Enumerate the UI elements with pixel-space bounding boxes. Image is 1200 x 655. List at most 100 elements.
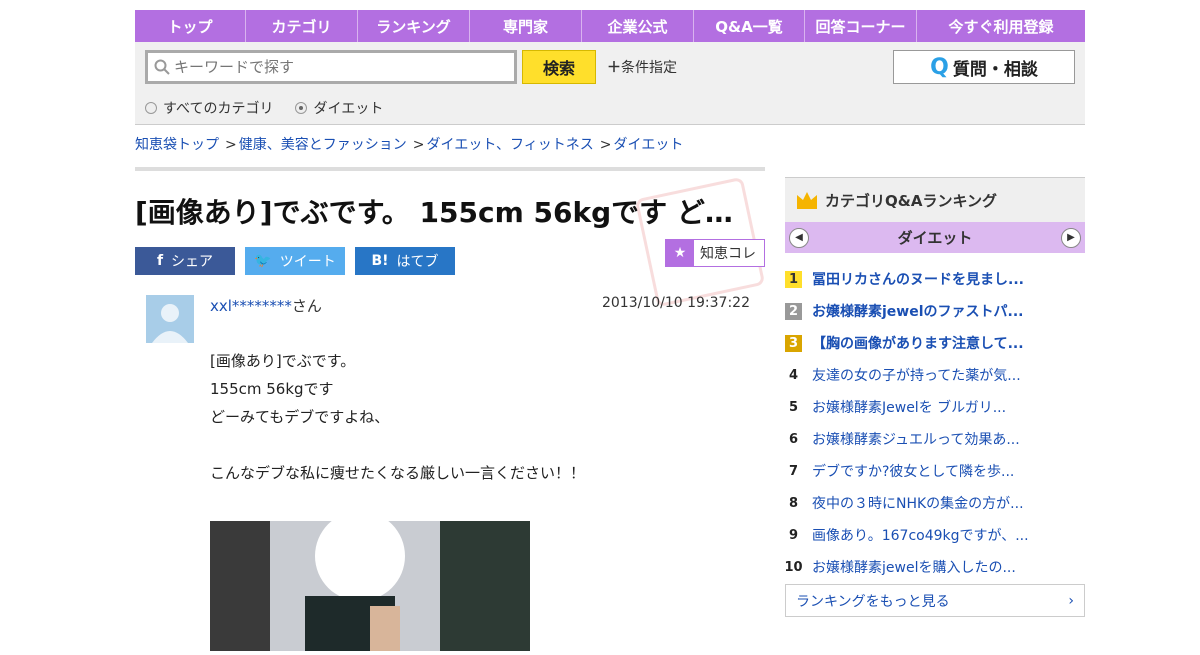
ranking-header: カテゴリQ&Aランキング — [785, 177, 1085, 222]
ranking-link[interactable]: 夜中の３時にNHKの集金の方が... — [812, 493, 1024, 513]
facebook-icon: f — [156, 253, 164, 269]
body-line: 155cm 56kgです — [210, 380, 334, 398]
rank-number: 8 — [788, 495, 799, 511]
list-item: 7 デブですか?彼女として隣を歩... — [785, 455, 1085, 487]
twitter-share-button[interactable]: 🐦 ツイート — [245, 247, 345, 275]
question-photo[interactable] — [210, 521, 530, 651]
rank-number: 4 — [788, 367, 799, 383]
question-main: [画像あり]でぶです。 155cm 56kgです どーみ… f シェア 🐦 ツイート… — [135, 167, 766, 655]
ranking-link[interactable]: 冨田リカさんのヌードを見まし... — [812, 269, 1024, 289]
header: トップ カテゴリ ランキング 専門家 企業公式 Q&A一覧 回答コーナー 今すぐ… — [135, 10, 1085, 125]
ranking-list: 1 冨田リカさんのヌードを見まし... 2 お嬢様酵素jewelのファストパ... … — [784, 263, 1085, 583]
body-line: [画像あり]でぶです。 — [210, 352, 356, 370]
list-item: 2 お嬢様酵素jewelのファストパ... — [785, 295, 1085, 327]
share-label: はてブ — [396, 254, 439, 270]
list-item: 5 お嬢様酵素Jewelを ブルガリ... — [785, 391, 1085, 423]
more-ranking-link[interactable]: ランキングをもっと見る › — [785, 584, 1085, 617]
radio-label: ダイエット — [313, 101, 384, 117]
twitter-icon: 🐦 — [254, 253, 272, 269]
chevron-right-icon: › — [1068, 592, 1074, 609]
breadcrumb-item[interactable]: 知恵袋トップ — [135, 137, 219, 153]
ranking-link[interactable]: お嬢様酵素jewelを購入したの... — [812, 557, 1016, 577]
ranking-category: ダイエット — [897, 229, 973, 247]
search-icon — [154, 59, 170, 75]
breadcrumb-item[interactable]: ダイエット、フィットネス — [426, 137, 593, 153]
chiekore-button[interactable]: ★ 知恵コレ — [665, 239, 765, 267]
nav-ranking[interactable]: ランキング — [358, 10, 470, 42]
list-item: 8 夜中の３時にNHKの集金の方が... — [785, 487, 1085, 519]
ranking-link[interactable]: お嬢様酵素ジュエルって効果あ... — [812, 429, 1020, 449]
condition-label: 条件指定 — [621, 60, 677, 76]
ranking-link[interactable]: 友達の女の子が持ってた薬が気... — [812, 365, 1021, 385]
search-button[interactable]: 検索 — [522, 50, 596, 84]
ask-question-button[interactable]: Q 質問・相談 — [893, 50, 1075, 84]
radio-on-icon — [295, 102, 308, 114]
global-nav: トップ カテゴリ ランキング 専門家 企業公式 Q&A一覧 回答コーナー 今すぐ… — [135, 10, 1085, 42]
nav-qa-list[interactable]: Q&A一覧 — [694, 10, 805, 42]
radio-all-categories[interactable]: すべてのカテゴリ — [145, 98, 273, 118]
divider — [135, 167, 765, 171]
nav-answer-corner[interactable]: 回答コーナー — [805, 10, 917, 42]
hatena-icon: B! — [371, 253, 389, 269]
plus-icon: ＋ — [607, 60, 621, 76]
body-blank-line — [210, 431, 585, 459]
nav-top[interactable]: トップ — [135, 10, 246, 42]
rank-badge: 3 — [785, 334, 802, 352]
rank-badge: 1 — [785, 270, 802, 288]
nav-official[interactable]: 企業公式 — [582, 10, 694, 42]
nav-experts[interactable]: 専門家 — [470, 10, 582, 42]
more-ranking-label: ランキングをもっと見る — [796, 593, 950, 610]
radio-label: すべてのカテゴリ — [163, 101, 274, 117]
ranking-category-bar: ◀ ダイエット ▶ — [785, 222, 1085, 253]
breadcrumb: 知恵袋トップ > 健康、美容とファッション > ダイエット、フィットネス > ダイエット — [135, 137, 684, 153]
user-suffix: さん — [291, 297, 322, 315]
body-line: こんなデブな私に痩せたくなる厳しい一言ください！！ — [210, 464, 586, 482]
ranking-link[interactable]: お嬢様酵素jewelのファストパ... — [812, 301, 1023, 321]
list-item: 1 冨田リカさんのヌードを見まし... — [785, 263, 1085, 295]
search-input[interactable] — [174, 58, 504, 76]
condition-link[interactable]: ＋条件指定 — [607, 57, 677, 77]
ranking-link[interactable]: 【胸の画像があります注意して... — [812, 333, 1024, 353]
radio-diet[interactable]: ダイエット — [295, 98, 383, 118]
breadcrumb-item[interactable]: 健康、美容とファッション — [239, 137, 407, 153]
hatena-share-button[interactable]: B! はてブ — [355, 247, 455, 275]
question-q-icon: Q — [930, 54, 949, 80]
list-item: 3 【胸の画像があります注意して... — [785, 327, 1085, 359]
question-post: xxl********さん 2013/10/10 19:37:22 [画像あり]… — [135, 295, 765, 655]
ranking-sidebar: カテゴリQ&Aランキング ◀ ダイエット ▶ 1 冨田リカさんのヌードを見まし..… — [784, 177, 1085, 617]
star-icon: ★ — [666, 240, 694, 266]
nav-register[interactable]: 今すぐ利用登録 — [917, 10, 1085, 42]
rank-number: 6 — [788, 431, 799, 447]
question-body: [画像あり]でぶです。 155cm 56kgです どーみてもデブですよね、 こん… — [210, 347, 585, 487]
rank-number: 7 — [788, 463, 799, 479]
next-arrow-icon[interactable]: ▶ — [1060, 227, 1081, 248]
ranking-link[interactable]: お嬢様酵素Jewelを ブルガリ... — [812, 397, 1006, 417]
ranking-link[interactable]: 画像あり。167co49kgですが、... — [812, 525, 1029, 545]
share-label: シェア — [171, 254, 214, 270]
ranking-title: カテゴリQ&Aランキング — [825, 191, 997, 210]
facebook-share-button[interactable]: f シェア — [135, 247, 235, 275]
list-item: 9 画像あり。167co49kgですが、... — [785, 519, 1085, 551]
avatar — [146, 295, 194, 343]
ask-question-label: 質問・相談 — [952, 59, 1038, 80]
chiekore-label: 知恵コレ — [700, 246, 756, 262]
mirror-selfie-image — [210, 521, 530, 651]
nav-category[interactable]: カテゴリ — [246, 10, 358, 42]
category-scope: すべてのカテゴリ ダイエット — [145, 98, 383, 118]
prev-arrow-icon[interactable]: ◀ — [789, 227, 809, 248]
body-line: どーみてもデブですよね、 — [210, 408, 390, 426]
rank-number: 9 — [788, 527, 799, 543]
list-item: 10 お嬢様酵素jewelを購入したの... — [784, 551, 1085, 583]
share-label: ツイート — [279, 254, 336, 270]
ranking-link[interactable]: デブですか?彼女として隣を歩... — [812, 461, 1014, 481]
user-name-link[interactable]: xxl******** — [210, 297, 292, 315]
rank-number: 10 — [784, 559, 803, 575]
list-item: 6 お嬢様酵素ジュエルって効果あ... — [785, 423, 1085, 455]
breadcrumb-item[interactable]: ダイエット — [614, 137, 684, 153]
question-user: xxl********さん — [210, 295, 322, 316]
radio-off-icon — [145, 102, 157, 114]
search-area: 検索 ＋条件指定 Q質問・相談 すべてのカテゴリ ダイエット — [135, 42, 1085, 125]
crown-icon — [797, 192, 817, 209]
post-date: 2013/10/10 19:37:22 — [601, 295, 750, 311]
search-box[interactable] — [145, 50, 517, 84]
